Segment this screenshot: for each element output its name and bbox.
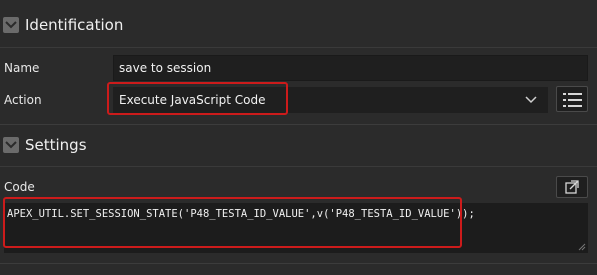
resize-handle-icon[interactable] [578, 243, 586, 251]
list-view-button[interactable] [556, 86, 588, 112]
identification-section-header[interactable]: Identification [0, 0, 597, 48]
name-label: Name [4, 61, 40, 75]
identification-title: Identification [25, 16, 124, 34]
code-label: Code [4, 180, 35, 194]
collapse-toggle-icon[interactable] [3, 137, 19, 153]
settings-section-header[interactable]: Settings [0, 125, 597, 167]
list-icon [563, 93, 582, 107]
chevron-down-icon [525, 96, 537, 104]
settings-title: Settings [25, 136, 87, 154]
expand-icon [565, 180, 579, 194]
bottom-divider [0, 263, 597, 264]
expand-editor-button[interactable] [556, 176, 588, 198]
action-highlight-box [107, 82, 288, 115]
name-value: save to session [119, 61, 212, 75]
code-highlight-box [3, 197, 462, 248]
collapse-toggle-icon[interactable] [3, 17, 19, 33]
action-label: Action [4, 93, 42, 107]
name-field[interactable]: save to session [113, 55, 588, 81]
